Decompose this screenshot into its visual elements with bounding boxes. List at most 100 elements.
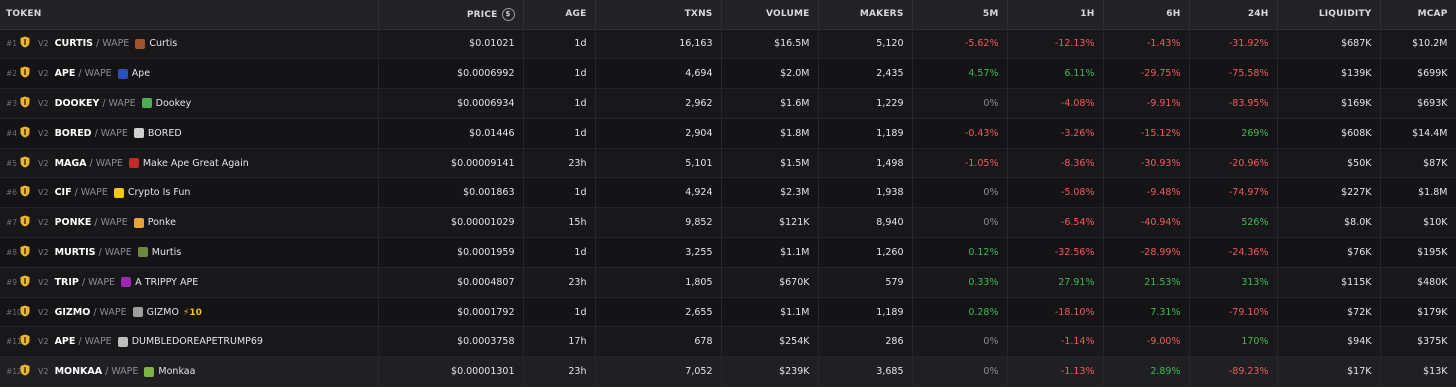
liquidity-cell: $115K xyxy=(1277,267,1381,298)
txns-cell: 5,101 xyxy=(595,148,722,179)
pair-separator: / xyxy=(81,276,86,288)
table-row[interactable]: #6 V2 CIF / WAPE Crypto Is Fun $0.001863 1d 4,92… xyxy=(0,177,1456,209)
base-symbol: MURTIS xyxy=(54,246,96,258)
mcap-cell: $10.2M xyxy=(1380,29,1456,60)
token-cell[interactable]: #5 V2 MAGA / WAPE Make Ape Great Again xyxy=(0,148,379,179)
mcap-cell: $375K xyxy=(1380,326,1456,358)
table-row[interactable]: #10 V2 GIZMO / WAPE GIZMO ⚡10 $0.0001792 1d 2,655… xyxy=(0,297,1456,328)
table-row[interactable]: #5 V2 MAGA / WAPE Make Ape Great Again $0.0000… xyxy=(0,148,1456,179)
token-name: GIZMO xyxy=(146,306,179,318)
change-5m-cell: 0.12% xyxy=(912,237,1008,268)
txns-cell: 4,694 xyxy=(595,58,722,90)
token-cell[interactable]: #10 V2 GIZMO / WAPE GIZMO ⚡10 xyxy=(0,297,379,328)
table-row[interactable]: #7 V2 PONKE / WAPE Ponke $0.00001029 15h 9,852 $1… xyxy=(0,207,1456,239)
table-row[interactable]: #2 V2 APE / WAPE Ape $0.0006992 1d 4,694 $2.0M 2,4… xyxy=(0,58,1456,90)
token-pairs-table: TOKEN PRICE $ AGE TXNS VOLUME MAKERS 5M 1… xyxy=(0,0,1456,387)
volume-cell: $1.8M xyxy=(721,118,819,149)
header-price[interactable]: PRICE $ xyxy=(378,0,524,30)
age-cell: 23h xyxy=(523,148,596,179)
change-6h-cell: 2.89% xyxy=(1103,356,1190,387)
change-24h-cell: -74.97% xyxy=(1189,177,1278,209)
token-cell[interactable]: #2 V2 APE / WAPE Ape xyxy=(0,58,379,90)
header-6h[interactable]: 6H xyxy=(1103,0,1190,30)
token-cell[interactable]: #7 V2 PONKE / WAPE Ponke xyxy=(0,207,379,239)
token-cell[interactable]: #4 V2 BORED / WAPE BORED xyxy=(0,118,379,149)
version-badge: V2 xyxy=(38,158,49,168)
shield-icon xyxy=(20,126,30,141)
table-row[interactable]: #8 V2 MURTIS / WAPE Murtis $0.0001959 1d 3,255 $1… xyxy=(0,237,1456,268)
liquidity-cell: $17K xyxy=(1277,356,1381,387)
table-row[interactable]: #11 V2 APE / WAPE DUMBLEDOREAPETRUMP69 $0.0003… xyxy=(0,326,1456,358)
change-6h-cell: -9.48% xyxy=(1103,177,1190,209)
token-cell[interactable]: #1 V2 CURTIS / WAPE Curtis xyxy=(0,29,379,60)
token-cell[interactable]: #11 V2 APE / WAPE DUMBLEDOREAPETRUMP69 xyxy=(0,326,379,358)
volume-cell: $16.5M xyxy=(721,29,819,60)
table-row[interactable]: #12 V2 MONKAA / WAPE Monkaa $0.00001301 23h 7,05… xyxy=(0,356,1456,387)
token-avatar-icon xyxy=(141,98,152,109)
price-cell: $0.0004807 xyxy=(378,267,524,298)
makers-cell: 579 xyxy=(818,267,913,298)
table-row[interactable]: #3 V2 DOOKEY / WAPE Dookey $0.0006934 1d 2,962 $1… xyxy=(0,88,1456,119)
change-6h-cell: -9.91% xyxy=(1103,88,1190,119)
shield-icon xyxy=(20,36,30,51)
change-1h-cell: -18.10% xyxy=(1007,297,1104,328)
base-symbol: APE xyxy=(54,68,76,80)
header-age[interactable]: AGE xyxy=(523,0,596,30)
rank-label: #5 xyxy=(6,158,18,168)
header-mcap[interactable]: MCAP xyxy=(1380,0,1456,30)
change-24h-cell: -83.95% xyxy=(1189,88,1278,119)
token-cell[interactable]: #9 V2 TRIP / WAPE A TRIPPY APE xyxy=(0,267,379,298)
header-24h[interactable]: 24H xyxy=(1189,0,1278,30)
token-cell[interactable]: #8 V2 MURTIS / WAPE Murtis xyxy=(0,237,379,268)
header-volume[interactable]: VOLUME xyxy=(721,0,819,30)
price-cell: $0.01021 xyxy=(378,29,524,60)
age-cell: 17h xyxy=(523,326,596,358)
token-avatar-icon xyxy=(133,217,144,228)
dollar-circle-icon[interactable]: $ xyxy=(501,7,515,21)
change-5m-cell: 0% xyxy=(912,88,1008,119)
header-token[interactable]: TOKEN xyxy=(0,0,379,30)
shield-icon xyxy=(20,305,30,320)
mcap-cell: $693K xyxy=(1380,88,1456,119)
price-cell: $0.01446 xyxy=(378,118,524,149)
volume-cell: $121K xyxy=(721,207,819,239)
version-badge: V2 xyxy=(38,69,49,79)
pair-separator: / xyxy=(105,366,109,378)
header-makers[interactable]: MAKERS xyxy=(818,0,913,30)
rank-label: #11 xyxy=(6,337,22,347)
shield-icon xyxy=(20,364,30,379)
change-6h-cell: -28.99% xyxy=(1103,237,1190,268)
table-row[interactable]: #1 V2 CURTIS / WAPE Curtis $0.01021 1d 16,163 $16… xyxy=(0,29,1456,60)
pair-separator: / xyxy=(93,306,97,318)
price-cell: $0.0001959 xyxy=(378,237,524,268)
age-cell: 1d xyxy=(523,237,596,268)
quote-symbol: WAPE xyxy=(95,157,123,169)
table-row[interactable]: #9 V2 TRIP / WAPE A TRIPPY APE $0.0004807 23h 1,… xyxy=(0,267,1456,298)
token-cell[interactable]: #6 V2 CIF / WAPE Crypto Is Fun xyxy=(0,177,379,209)
rank-label: #9 xyxy=(6,277,18,287)
token-cell[interactable]: #12 V2 MONKAA / WAPE Monkaa xyxy=(0,356,379,387)
change-5m-cell: 0% xyxy=(912,356,1008,387)
rank-label: #8 xyxy=(6,247,18,257)
base-symbol: PONKE xyxy=(54,217,92,229)
token-cell[interactable]: #3 V2 DOOKEY / WAPE Dookey xyxy=(0,88,379,119)
table-row[interactable]: #4 V2 BORED / WAPE BORED $0.01446 1d 2,904 $1.8M 1… xyxy=(0,118,1456,149)
change-1h-cell: -6.54% xyxy=(1007,207,1104,239)
rank-label: #6 xyxy=(6,188,18,198)
mcap-cell: $480K xyxy=(1380,267,1456,298)
liquidity-cell: $50K xyxy=(1277,148,1381,179)
token-name: Dookey xyxy=(155,97,192,109)
volume-cell: $2.0M xyxy=(721,58,819,90)
txns-cell: 2,904 xyxy=(595,118,722,149)
age-cell: 1d xyxy=(523,58,596,90)
change-24h-cell: -75.58% xyxy=(1189,58,1278,90)
header-liquidity[interactable]: LIQUIDITY xyxy=(1277,0,1381,30)
header-1h[interactable]: 1H xyxy=(1007,0,1104,30)
change-24h-cell: -89.23% xyxy=(1189,356,1278,387)
rank-label: #3 xyxy=(6,98,18,108)
price-cell: $0.00009141 xyxy=(378,148,524,179)
makers-cell: 286 xyxy=(818,326,913,358)
token-avatar-icon xyxy=(121,277,132,288)
header-txns[interactable]: TXNS xyxy=(595,0,722,30)
header-5m[interactable]: 5M xyxy=(912,0,1008,30)
